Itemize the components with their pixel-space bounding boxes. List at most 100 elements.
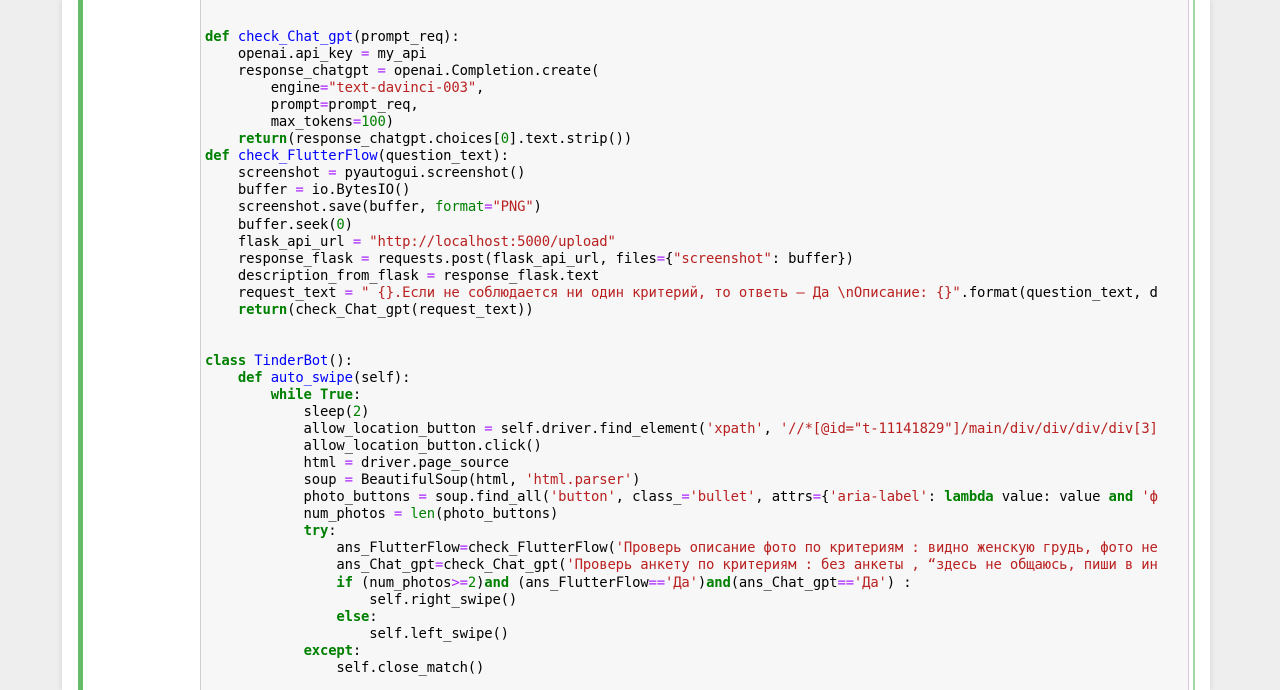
code-token: 2 [467,574,477,591]
code-token: "screenshot" [673,250,772,267]
code-token: (): [328,352,353,369]
code-cell-editor[interactable]: def check_Chat_gpt(prompt_req): openai.a… [200,0,1189,690]
code-token: else [336,608,370,625]
code-token: engine [205,80,320,97]
code-line: else: [205,609,1158,626]
code-token: = [377,63,386,80]
code-token: allow_location_button [205,421,485,438]
code-token: "text-davinci-003" [328,80,477,97]
code-token: response_flask [205,250,362,267]
code-token: = [434,557,444,574]
code-token: = [393,506,403,523]
code-token: = [344,472,353,489]
code-token: prompt [205,97,320,114]
code-token: (check_Chat_gpt(request_text)) [287,301,534,318]
code-token: value: value [993,489,1109,506]
code-line: return(response_chatgpt.choices[0].text.… [205,131,1158,148]
code-line: self.right_swipe() [205,592,1158,609]
code-line: ans_Chat_gpt=check_Chat_gpt('Проверь анк… [205,557,1157,574]
code-token: my_api [369,46,427,63]
code-token: 'button' [549,489,616,506]
code-token: check_FlutterFlow [237,148,378,165]
code-token: and [484,574,509,591]
code-line: num_photos = len(photo_buttons) [205,506,1158,523]
code-token: screenshot.save(buffer, [205,199,435,216]
code-line: if (num_photos>=2)and (ans_FlutterFlow==… [205,575,1158,592]
code-token: ) [533,199,542,216]
cell-right-border [1193,0,1195,690]
code-line: try: [205,523,1158,540]
code-token: try [303,523,329,540]
code-token: 100 [361,114,386,131]
code-token: check_Chat_gpt( [443,557,567,574]
code-line: return(check_Chat_gpt(request_text)) [205,302,1158,319]
code-token: class [205,352,247,369]
code-token: self.close_match() [205,659,485,676]
code-line: engine="text-davinci-003", [205,80,1158,97]
code-token: max_tokens [205,114,353,131]
code-token: = [459,540,468,557]
code-token: : [369,608,378,625]
code-token: and [706,574,731,591]
code-token: ) : [886,574,912,591]
code-token: >= [451,574,468,591]
code-token: = [418,489,427,506]
code-token: BeautifulSoup(html, [352,472,526,489]
code-token: = [426,267,435,284]
code-token: openai.api_key [205,46,362,63]
code-token: ) [385,114,394,131]
code-token: sleep( [205,404,353,421]
code-token: 'aria-label' [829,489,928,506]
code-token: return [237,131,288,148]
code-token: lambda [944,489,994,506]
code-token: (question_text): [377,148,509,165]
code-token: 'Проверь описание фото по критериям : ви… [615,540,1158,557]
code-token: self.driver.find_element( [492,421,707,438]
code-token: while [270,386,312,403]
code-token: format [434,199,485,216]
code-token: ans_FlutterFlow [205,540,460,557]
code-token: openai.Completion.create( [385,63,600,80]
code-token: if [336,574,353,591]
code-token: = [812,489,822,506]
code-content[interactable]: def check_Chat_gpt(prompt_req): openai.a… [205,29,1158,677]
code-line: def check_Chat_gpt(prompt_req): [205,29,1158,46]
code-token: { [821,489,830,506]
code-token: self.left_swipe() [205,625,509,642]
code-token: response_flask.text [434,267,600,284]
code-line: request_text = " {}.Если не соблюдается … [205,285,1158,302]
code-token: io.BytesIO() [303,182,411,199]
code-token: len [410,506,435,523]
code-token: : [352,386,362,403]
code-line: screenshot.save(buffer, format="PNG") [205,199,1158,216]
code-token: , [476,80,485,97]
code-line: soup = BeautifulSoup(html, 'html.parser'… [205,472,1158,489]
code-token: = [295,182,304,199]
code-token: buffer.seek( [205,216,337,233]
code-token: and [1108,489,1134,506]
code-token: auto_swipe [270,369,353,386]
code-token: def [205,148,230,165]
code-token: == [837,574,854,591]
code-token: requests.post(flask_api_url, files [369,250,657,267]
code-token: 'Да' [664,574,698,591]
code-token: .format(question_text, d [960,284,1158,301]
code-line: def check_FlutterFlow(question_text): [205,148,1158,165]
code-line: prompt=prompt_req, [205,97,1158,114]
code-token: "PNG" [492,199,534,216]
code-token: 'bullet' [689,489,756,506]
code-token: except [303,642,353,659]
code-token: " {}.Если не соблюдается ни один критери… [361,284,961,301]
code-line: def auto_swipe(self): [205,370,1158,387]
